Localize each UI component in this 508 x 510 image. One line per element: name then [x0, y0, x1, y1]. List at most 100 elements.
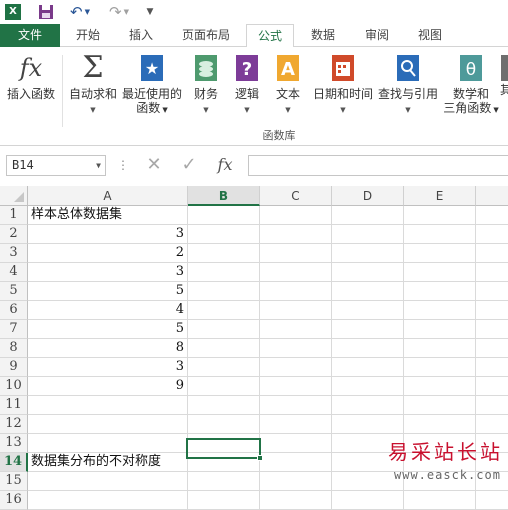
- grid-cell[interactable]: [404, 263, 476, 282]
- grid-cell[interactable]: [188, 377, 260, 396]
- chevron-down-icon[interactable]: ▼: [96, 156, 101, 175]
- grid-cell[interactable]: [332, 396, 404, 415]
- grid-cell[interactable]: [404, 206, 476, 225]
- row-header[interactable]: 12: [0, 415, 28, 434]
- grid-cell[interactable]: [476, 263, 508, 282]
- grid-cell[interactable]: [260, 453, 332, 472]
- grid-cell[interactable]: [332, 415, 404, 434]
- fill-handle[interactable]: [257, 455, 263, 461]
- grid-cell[interactable]: [332, 206, 404, 225]
- row-header[interactable]: 7: [0, 320, 28, 339]
- grid-cell[interactable]: [260, 339, 332, 358]
- row-header[interactable]: 11: [0, 396, 28, 415]
- grid-cell[interactable]: 3: [28, 358, 188, 377]
- grid-cell[interactable]: [404, 320, 476, 339]
- grid-cell[interactable]: 8: [28, 339, 188, 358]
- grid-cell[interactable]: [332, 339, 404, 358]
- grid-cell[interactable]: [404, 377, 476, 396]
- date-time-button[interactable]: 日期和时间 ▼: [310, 53, 376, 117]
- row-header[interactable]: 10: [0, 377, 28, 396]
- row-header[interactable]: 8: [0, 339, 28, 358]
- grid-cell[interactable]: 3: [28, 263, 188, 282]
- customize-qat-icon[interactable]: ▼: [142, 2, 158, 22]
- grid-cell[interactable]: [28, 415, 188, 434]
- grid-cell[interactable]: 5: [28, 282, 188, 301]
- grid-cell[interactable]: [332, 282, 404, 301]
- grid-cell[interactable]: [332, 263, 404, 282]
- formula-bar-grip-icon[interactable]: ⋮: [117, 157, 129, 173]
- grid-cell[interactable]: [404, 282, 476, 301]
- column-header-f[interactable]: [476, 186, 508, 206]
- grid-cell[interactable]: 9: [28, 377, 188, 396]
- tab-view[interactable]: 视图: [406, 24, 454, 47]
- grid-cell[interactable]: [404, 415, 476, 434]
- grid-cell[interactable]: [404, 244, 476, 263]
- grid-cell[interactable]: [476, 282, 508, 301]
- row-header[interactable]: 14: [0, 453, 28, 472]
- grid-cell[interactable]: [260, 434, 332, 453]
- grid-cell[interactable]: [332, 377, 404, 396]
- name-box[interactable]: B14 ▼: [6, 155, 106, 176]
- grid-cell[interactable]: [188, 339, 260, 358]
- redo-button[interactable]: ↷ ▼: [104, 2, 134, 22]
- tab-formulas[interactable]: 公式: [246, 24, 294, 48]
- tab-page-layout[interactable]: 页面布局: [170, 24, 242, 47]
- grid-cell[interactable]: [188, 320, 260, 339]
- grid-cell[interactable]: [404, 358, 476, 377]
- grid-cell[interactable]: 5: [28, 320, 188, 339]
- row-header[interactable]: 4: [0, 263, 28, 282]
- grid-cell[interactable]: [332, 225, 404, 244]
- grid-cell[interactable]: [260, 282, 332, 301]
- grid-cell[interactable]: [260, 263, 332, 282]
- insert-function-fx-icon[interactable]: fx: [212, 155, 238, 176]
- grid-cell[interactable]: [476, 339, 508, 358]
- grid-cell[interactable]: [476, 415, 508, 434]
- grid-cell[interactable]: [188, 472, 260, 491]
- tab-file[interactable]: 文件: [0, 24, 60, 47]
- grid-cell[interactable]: [260, 415, 332, 434]
- column-header-e[interactable]: E: [404, 186, 476, 206]
- grid-cell[interactable]: 3: [28, 225, 188, 244]
- column-header-a[interactable]: A: [28, 186, 188, 206]
- grid-cell[interactable]: [188, 415, 260, 434]
- grid-cell[interactable]: [188, 263, 260, 282]
- text-button[interactable]: A 文本 ▼: [270, 53, 306, 117]
- excel-logo-icon[interactable]: X: [4, 2, 22, 22]
- grid-cell[interactable]: [260, 206, 332, 225]
- grid-cell[interactable]: 样本总体数据集: [28, 206, 188, 225]
- financial-button[interactable]: 财务 ▼: [188, 53, 224, 117]
- math-trig-button[interactable]: θ 数学和 三角函数 ▼: [442, 53, 500, 117]
- grid-cell[interactable]: 2: [28, 244, 188, 263]
- grid-cell[interactable]: [188, 301, 260, 320]
- save-icon[interactable]: [36, 2, 56, 22]
- grid-cell[interactable]: [188, 206, 260, 225]
- grid-cell[interactable]: [260, 244, 332, 263]
- cancel-icon[interactable]: ✕: [141, 155, 167, 176]
- column-header-d[interactable]: D: [332, 186, 404, 206]
- grid-cell[interactable]: [404, 396, 476, 415]
- insert-function-button[interactable]: fx 插入函数: [2, 53, 60, 101]
- row-header[interactable]: 5: [0, 282, 28, 301]
- logical-button[interactable]: ? 逻辑 ▼: [230, 53, 264, 117]
- row-header[interactable]: 2: [0, 225, 28, 244]
- grid-cell[interactable]: [476, 358, 508, 377]
- tab-review[interactable]: 审阅: [352, 24, 402, 47]
- grid-cell[interactable]: [260, 225, 332, 244]
- grid-cell[interactable]: [260, 301, 332, 320]
- enter-icon[interactable]: ✓: [176, 155, 202, 176]
- undo-button[interactable]: ↶ ▼: [64, 2, 96, 22]
- grid-cell[interactable]: [476, 206, 508, 225]
- tab-data[interactable]: 数据: [298, 24, 348, 47]
- grid-cell[interactable]: 数据集分布的不对称度: [28, 453, 188, 472]
- tab-home[interactable]: 开始: [64, 24, 112, 47]
- tab-insert[interactable]: 插入: [116, 24, 166, 47]
- column-header-c[interactable]: C: [260, 186, 332, 206]
- select-all-corner[interactable]: [0, 186, 28, 206]
- formula-input[interactable]: [248, 155, 508, 176]
- grid-cell[interactable]: [188, 225, 260, 244]
- grid-cell[interactable]: [260, 358, 332, 377]
- autosum-button[interactable]: Σ 自动求和 ▼: [66, 53, 120, 117]
- grid-cell[interactable]: 4: [28, 301, 188, 320]
- grid-cell[interactable]: [476, 377, 508, 396]
- row-header[interactable]: 13: [0, 434, 28, 453]
